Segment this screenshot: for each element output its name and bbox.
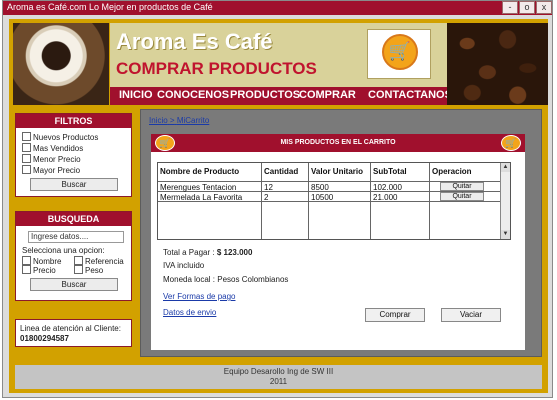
coffee-beans-image <box>447 23 548 105</box>
main-nav: INICIO CONOCENOS PRODUCTOS COMPRAR CONTA… <box>110 87 452 105</box>
search-input[interactable]: Ingrese datos.... <box>28 231 124 243</box>
footer: Equipo Desarollo Ing de SW III 2011 <box>15 365 542 389</box>
checkbox-icon[interactable] <box>22 265 31 274</box>
row-name: Mermelada La Favorita <box>160 193 243 202</box>
filter-nuevos[interactable]: Nuevos Productos <box>22 132 98 142</box>
cart-title: MIS PRODUCTOS EN EL CARRITO <box>151 134 525 152</box>
remove-button[interactable]: Quitar <box>440 192 484 201</box>
cart-table: Nombre de Producto Cantidad Valor Unitar… <box>157 162 511 240</box>
cart-panel: MIS PRODUCTOS EN EL CARRITO 🛒 🛒 Nombre d… <box>151 134 525 350</box>
scroll-down-icon[interactable]: ▼ <box>501 230 510 239</box>
row-name: Merengues Tentacion <box>160 183 237 192</box>
checkbox-icon[interactable] <box>74 256 83 265</box>
shipping-data-link[interactable]: Datos de envio <box>163 308 216 317</box>
currency-note: Moneda local : Pesos Colombianos <box>163 275 289 284</box>
main-content: Inicio > MiCarrito MIS PRODUCTOS EN EL C… <box>140 109 542 357</box>
brand-title: Aroma Es Café <box>116 29 273 54</box>
search-button[interactable]: Buscar <box>30 278 118 291</box>
row-qty: 2 <box>264 193 269 202</box>
contact-phone: 01800294587 <box>20 334 69 343</box>
app-window: Aroma es Café.com Lo Mejor en productos … <box>2 0 553 398</box>
col-operacion: Operacion <box>432 167 472 176</box>
filters-search-button[interactable]: Buscar <box>30 178 118 191</box>
page-subtitle: COMPRAR PRODUCTOS <box>116 59 317 78</box>
footer-team: Equipo Desarollo Ing de SW III <box>223 367 334 376</box>
maximize-button[interactable]: o <box>519 1 535 14</box>
shopping-cart-logo: 🛒 <box>367 29 431 79</box>
nav-inicio[interactable]: INICIO <box>119 89 153 101</box>
total-value: $ 123.000 <box>216 248 253 257</box>
nav-conocenos[interactable]: CONOCENOS <box>157 89 229 101</box>
checkbox-icon[interactable] <box>74 265 83 274</box>
checkbox-icon[interactable] <box>22 143 31 152</box>
breadcrumb-home[interactable]: Inicio <box>149 116 168 125</box>
checkbox-icon[interactable] <box>22 132 31 141</box>
shopping-cart-icon: 🛒 <box>382 34 418 70</box>
filter-menor-precio[interactable]: Menor Precio <box>22 154 81 164</box>
row-subtotal: 21.000 <box>373 193 398 202</box>
search-option-precio[interactable]: Precio <box>22 265 56 275</box>
nav-contactanos[interactable]: CONTACTANOS <box>368 89 452 101</box>
row-subtotal: 102.000 <box>373 183 402 192</box>
remove-button[interactable]: Quitar <box>440 182 484 191</box>
scroll-up-icon[interactable]: ▲ <box>501 163 510 172</box>
search-instruction: Selecciona una opcion: <box>22 246 105 255</box>
col-valor-unitario: Valor Unitario <box>311 167 364 176</box>
total-line: Total a Pagar : $ 123.000 <box>163 248 252 257</box>
contact-label: Linea de atención al Cliente: <box>20 324 121 333</box>
breadcrumb-separator: > <box>169 116 175 125</box>
row-unit: 10500 <box>311 193 334 202</box>
table-scrollbar[interactable]: ▲ ▼ <box>500 163 510 239</box>
filter-vendidos[interactable]: Mas Vendidos <box>22 143 83 153</box>
row-unit: 8500 <box>311 183 329 192</box>
search-title: BUSQUEDA <box>16 212 131 226</box>
checkbox-icon[interactable] <box>22 165 31 174</box>
close-button[interactable]: x <box>536 1 552 14</box>
shopping-cart-icon: 🛒 <box>155 135 175 151</box>
page: Aroma Es Café COMPRAR PRODUCTOS 🛒 INICIO… <box>9 19 548 393</box>
total-label: Total a Pagar : <box>163 248 215 257</box>
minimize-button[interactable]: - <box>502 1 518 14</box>
search-panel: BUSQUEDA Ingrese datos.... Selecciona un… <box>15 211 132 301</box>
header: Aroma Es Café COMPRAR PRODUCTOS 🛒 INICIO… <box>9 23 548 105</box>
buy-button[interactable]: Comprar <box>365 308 425 322</box>
checkbox-icon[interactable] <box>22 256 31 265</box>
shopping-cart-icon: 🛒 <box>501 135 521 151</box>
iva-note: IVA incluido <box>163 261 205 270</box>
col-subtotal: SubTotal <box>373 167 407 176</box>
nav-productos[interactable]: PRODUCTOS <box>230 89 300 101</box>
col-nombre: Nombre de Producto <box>160 167 240 176</box>
filter-mayor-precio[interactable]: Mayor Precio <box>22 165 80 175</box>
breadcrumb-current[interactable]: MiCarrito <box>177 116 209 125</box>
window-title: Aroma es Café.com Lo Mejor en productos … <box>7 2 213 12</box>
col-cantidad: Cantidad <box>264 167 299 176</box>
empty-cart-button[interactable]: Vaciar <box>441 308 501 322</box>
payment-methods-link[interactable]: Ver Formas de pago <box>163 292 235 301</box>
checkbox-icon[interactable] <box>22 154 31 163</box>
search-option-peso[interactable]: Peso <box>74 265 103 275</box>
contact-box: Linea de atención al Cliente: 0180029458… <box>15 319 132 347</box>
nav-comprar[interactable]: COMPRAR <box>299 89 356 101</box>
title-bar: Aroma es Café.com Lo Mejor en productos … <box>3 1 552 15</box>
coffee-cup-image <box>13 23 109 105</box>
filters-title: FILTROS <box>16 114 131 128</box>
row-qty: 12 <box>264 183 273 192</box>
filters-panel: FILTROS Nuevos Productos Mas Vendidos Me… <box>15 113 132 197</box>
breadcrumb: Inicio > MiCarrito <box>149 116 209 125</box>
footer-year: 2011 <box>269 377 288 386</box>
